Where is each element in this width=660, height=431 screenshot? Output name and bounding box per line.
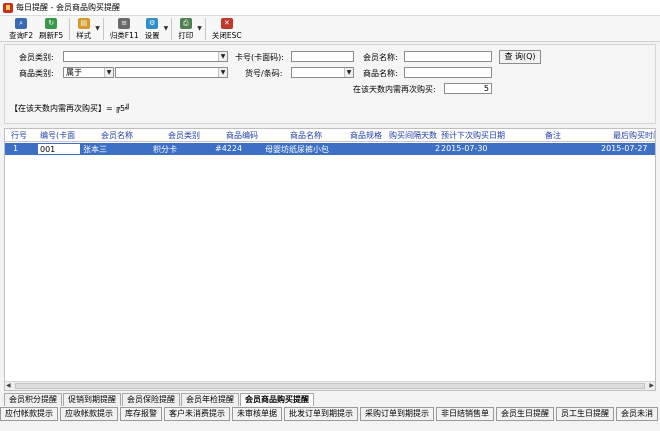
repurchase-days-input[interactable]: 5 [444, 83, 492, 94]
app-icon [3, 2, 13, 13]
card-number-input[interactable] [291, 51, 354, 62]
card-number-label: 卡号(卡面码): [235, 53, 284, 62]
scroll-thumb[interactable] [15, 383, 645, 389]
column-header[interactable]: 商品规格 [350, 130, 382, 141]
tab-promotion-expiry[interactable]: 促销到期提醒 [63, 393, 121, 406]
chevron-down-icon: ▼ [218, 52, 227, 61]
toolbar-separator [171, 18, 173, 40]
column-header[interactable]: 购买间隔天数 [389, 130, 437, 141]
categorize-icon: ≡ [118, 18, 131, 29]
query-icon: ⌕ [15, 18, 28, 29]
categorize-button[interactable]: ≡ 归类F11 [107, 16, 142, 42]
accounts-receivable-button[interactable]: 应收帐款提示 [60, 407, 118, 421]
tab-points-reminder[interactable]: 会员积分提醒 [4, 393, 62, 406]
reminder-button-bar: 应付帐款提示 应收帐款提示 库存报警 客户未消费提示 未审核单据 批发订单到期提… [0, 407, 660, 421]
column-header[interactable]: 备注 [545, 130, 561, 141]
unaudited-documents-button[interactable]: 未审核单据 [232, 407, 282, 421]
close-button[interactable]: ✕ 关闭ESC [209, 16, 245, 42]
wholesale-order-due-button[interactable]: 批发订单到期提示 [284, 407, 358, 421]
horizontal-scrollbar[interactable]: ◀ ▶ [5, 381, 655, 390]
column-header[interactable]: 会员名称 [101, 130, 133, 141]
member-type-cell[interactable]: 积分卡 [153, 144, 177, 155]
column-header[interactable]: 会员类别 [168, 130, 200, 141]
member-name-cell[interactable]: 张本三 [83, 144, 107, 155]
settings-icon: ⚙ [146, 18, 159, 29]
column-header[interactable]: 最后购买时间 [613, 130, 655, 141]
refresh-button[interactable]: ↻ 刷新F5 [36, 16, 66, 42]
toolbar: ⌕ 查询F2 ↻ 刷新F5 ▤ 样式 ▼ ≡ 归类F11 ⚙ 设置 ▼ ⎙ 打印… [0, 16, 660, 42]
toolbar-separator [204, 18, 206, 40]
member-code-cell[interactable]: 001 [37, 143, 81, 155]
scroll-left-icon[interactable]: ◀ [6, 382, 11, 390]
column-header[interactable]: 商品编码 [226, 130, 258, 141]
style-button[interactable]: ▤ 样式 [73, 16, 94, 42]
reminder-tabs: 会员积分提醒 促销到期提醒 会员保险提醒 会员年检提醒 会员商品购买提醒 [4, 393, 656, 406]
column-header[interactable]: 商品名称 [290, 130, 322, 141]
product-type-operator-select[interactable]: 属于 ▼ [63, 67, 114, 78]
next-purchase-date-cell[interactable]: 2015-07-30 [441, 144, 488, 153]
settings-dropdown-arrow-icon[interactable]: ▼ [164, 25, 169, 32]
product-name-cell[interactable]: 母婴坊纸尿裤小包 [265, 144, 329, 155]
results-grid[interactable]: 行号 编号(卡面 会员名称 会员类别 商品编码 商品名称 商品规格 购买间隔天数… [4, 128, 656, 391]
item-number-label: 货号/条码: [245, 69, 283, 78]
repurchase-days-label: 在该天数内需再次购买: [353, 85, 436, 94]
printer-icon: ⎙ [179, 18, 192, 29]
table-row[interactable]: 1 001 张本三 积分卡 #4224 母婴坊纸尿裤小包 2 2015-07-3… [5, 143, 655, 155]
column-header[interactable]: 预计下次购买日期 [441, 130, 505, 141]
last-purchase-date-cell[interactable]: 2015-07-27 [601, 144, 648, 153]
product-name-label: 商品名称: [363, 69, 398, 78]
member-type-select[interactable]: ▼ [63, 51, 228, 62]
close-icon: ✕ [220, 18, 233, 29]
product-type-select[interactable]: ▼ [115, 67, 228, 78]
non-daily-sales-button[interactable]: 非日结销售单 [436, 407, 494, 421]
stock-alarm-button[interactable]: 库存报警 [120, 407, 162, 421]
condition-summary: 【在该天数内需再次购买】= ╔5╝ [10, 104, 130, 113]
product-code-cell[interactable]: #4224 [215, 144, 242, 153]
employee-birthday-button[interactable]: 员工生日提醒 [556, 407, 614, 421]
scroll-right-icon[interactable]: ▶ [649, 382, 654, 390]
customer-no-purchase-button[interactable]: 客户未消费提示 [164, 407, 230, 421]
member-no-purchase-button[interactable]: 会员未消 [616, 407, 658, 421]
tab-annual-inspection[interactable]: 会员年检提醒 [181, 393, 239, 406]
grid-header: 行号 编号(卡面 会员名称 会员类别 商品编码 商品名称 商品规格 购买间隔天数… [5, 129, 655, 142]
style-icon: ▤ [77, 18, 90, 29]
chevron-down-icon: ▼ [218, 68, 227, 77]
chevron-down-icon: ▼ [344, 68, 353, 77]
column-header[interactable]: 编号(卡面 [40, 130, 75, 141]
window-title: 每日提醒 - 会员商品购买提醒 [16, 3, 120, 12]
query-button[interactable]: ⌕ 查询F2 [6, 16, 36, 42]
row-number-cell[interactable]: 1 [13, 144, 18, 153]
tab-insurance-reminder[interactable]: 会员保险提醒 [122, 393, 180, 406]
tab-product-purchase-reminder[interactable]: 会员商品购买提醒 [240, 393, 314, 406]
style-dropdown-arrow-icon[interactable]: ▼ [95, 25, 100, 32]
refresh-icon: ↻ [45, 18, 58, 29]
item-number-select[interactable]: ▼ [291, 67, 354, 78]
title-bar: 每日提醒 - 会员商品购买提醒 [0, 0, 660, 16]
column-header[interactable]: 行号 [11, 130, 27, 141]
print-button[interactable]: ⎙ 打印 [175, 16, 196, 42]
interval-days-cell[interactable]: 2 [435, 144, 440, 153]
product-type-label: 商品类别: [19, 69, 54, 78]
accounts-payable-button[interactable]: 应付帐款提示 [0, 407, 58, 421]
print-dropdown-arrow-icon[interactable]: ▼ [197, 25, 202, 32]
member-birthday-button[interactable]: 会员生日提醒 [496, 407, 554, 421]
member-type-label: 会员类别: [19, 53, 54, 62]
purchase-order-due-button[interactable]: 采购订单到期提示 [360, 407, 434, 421]
product-name-input[interactable] [404, 67, 492, 78]
member-name-label: 会员名称: [363, 53, 398, 62]
chevron-down-icon: ▼ [104, 68, 113, 77]
settings-button[interactable]: ⚙ 设置 [142, 16, 163, 42]
toolbar-separator [69, 18, 71, 40]
member-name-input[interactable] [404, 51, 492, 62]
search-query-button[interactable]: 查 询(Q) [499, 50, 541, 64]
toolbar-separator [102, 18, 104, 40]
